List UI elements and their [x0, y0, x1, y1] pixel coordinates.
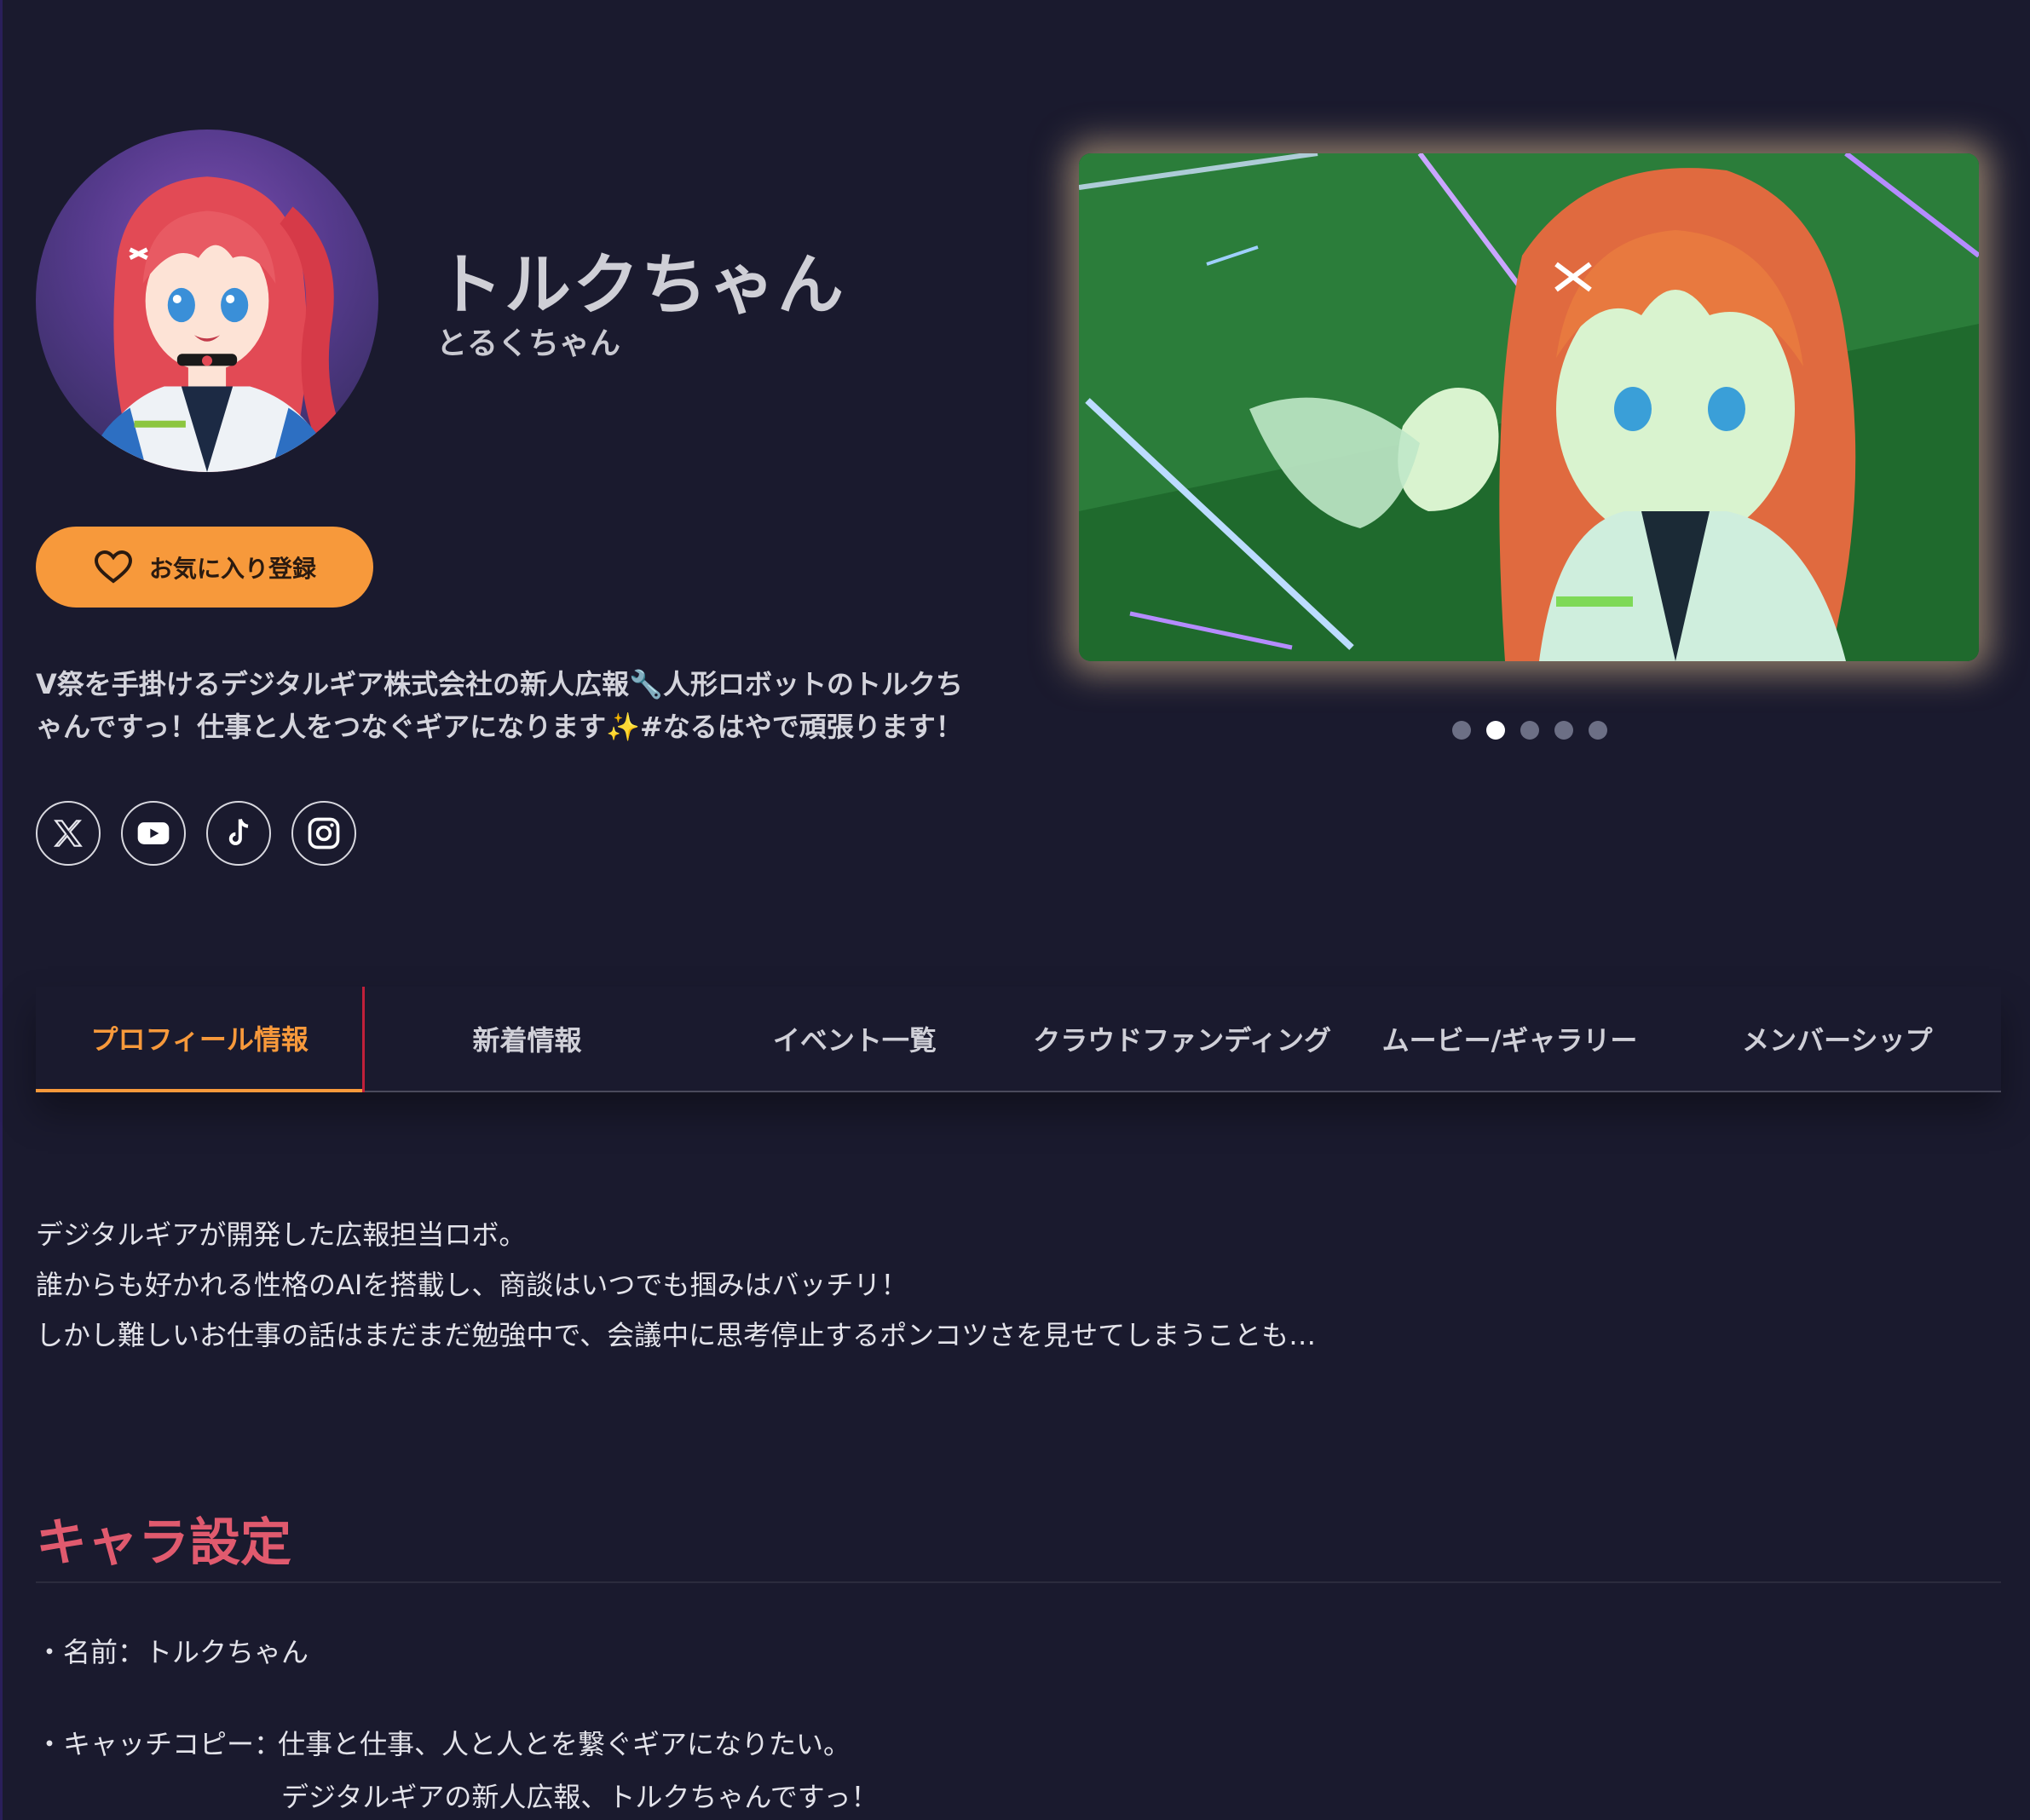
favorite-button-label: お気に入り登録	[148, 554, 316, 583]
tiktok-link[interactable]	[206, 801, 271, 866]
youtube-icon	[137, 822, 170, 844]
carousel-dot[interactable]	[1520, 721, 1539, 740]
intro-line: 誰からも好かれる性格のAIを搭載し、商談はいつでも掴みはバッチリ！	[36, 1269, 908, 1301]
intro-line: しかし難しいお仕事の話はまだまだ勉強中で、会議中に思考停止するポンコツさを見せて…	[36, 1319, 1317, 1351]
carousel-dot[interactable]	[1589, 721, 1607, 740]
section-title-character-settings: キャラ設定	[36, 1513, 291, 1573]
profile-intro: デジタルギアが開発した広報担当ロボ。 誰からも好かれる性格のAIを搭載し、商談は…	[36, 1210, 1316, 1361]
page-edge	[0, 0, 3, 1820]
tab-profile[interactable]: プロフィール情報	[36, 987, 366, 1092]
x-icon	[53, 820, 83, 847]
hero-carousel-image[interactable]	[1079, 153, 1979, 661]
youtube-link[interactable]	[121, 801, 186, 866]
tab-movie-gallery[interactable]: ムービー/ギャラリー	[1346, 987, 1673, 1091]
tab-crowdfunding[interactable]: クラウドファンディング	[1018, 987, 1346, 1091]
carousel-dot-active[interactable]	[1486, 721, 1505, 740]
instagram-icon	[308, 817, 340, 850]
section-divider	[36, 1581, 2001, 1583]
profile-description: V祭を手掛けるデジタルギア株式会社の新人広報🔧人形ロボットのトルクち ゃんですっ…	[36, 663, 973, 748]
character-name: トルクちゃん	[436, 247, 846, 324]
instagram-link[interactable]	[291, 801, 356, 866]
tab-news[interactable]: 新着情報	[363, 987, 690, 1091]
carousel-dot[interactable]	[1452, 721, 1471, 740]
tab-events[interactable]: イベント一覧	[691, 987, 1018, 1091]
description-line: ゃんですっ！仕事と人をつなぐギアになります✨#なるはやで頑張ります！	[36, 711, 963, 743]
social-links	[36, 801, 356, 866]
character-kana: とるくちゃん	[436, 326, 621, 361]
carousel-dot[interactable]	[1554, 721, 1573, 740]
tab-membership[interactable]: メンバーシップ	[1674, 987, 2001, 1091]
tiktok-icon	[228, 818, 249, 845]
setting-catchcopy-line: デジタルギアの新人広報、トルクちゃんですっ！	[281, 1781, 879, 1813]
heart-icon	[94, 550, 132, 584]
avatar	[36, 130, 378, 472]
profile-tabs: プロフィール情報 新着情報 イベント一覧 クラウドファンディング ムービー/ギャ…	[36, 987, 2001, 1092]
favorite-button[interactable]: お気に入り登録	[36, 527, 373, 608]
setting-catchcopy-label: ・キャッチコピー：	[36, 1728, 282, 1760]
x-link[interactable]	[36, 801, 101, 866]
intro-line: デジタルギアが開発した広報担当ロボ。	[36, 1218, 527, 1251]
description-line: V祭を手掛けるデジタルギア株式会社の新人広報🔧人形ロボットのトルクち	[36, 668, 963, 700]
setting-catchcopy-line: 仕事と仕事、人と人とを繋ぐギアになりたい。	[278, 1728, 851, 1760]
carousel-dots	[1452, 721, 1607, 740]
setting-name-item: ・名前：トルクちゃん	[36, 1636, 309, 1668]
